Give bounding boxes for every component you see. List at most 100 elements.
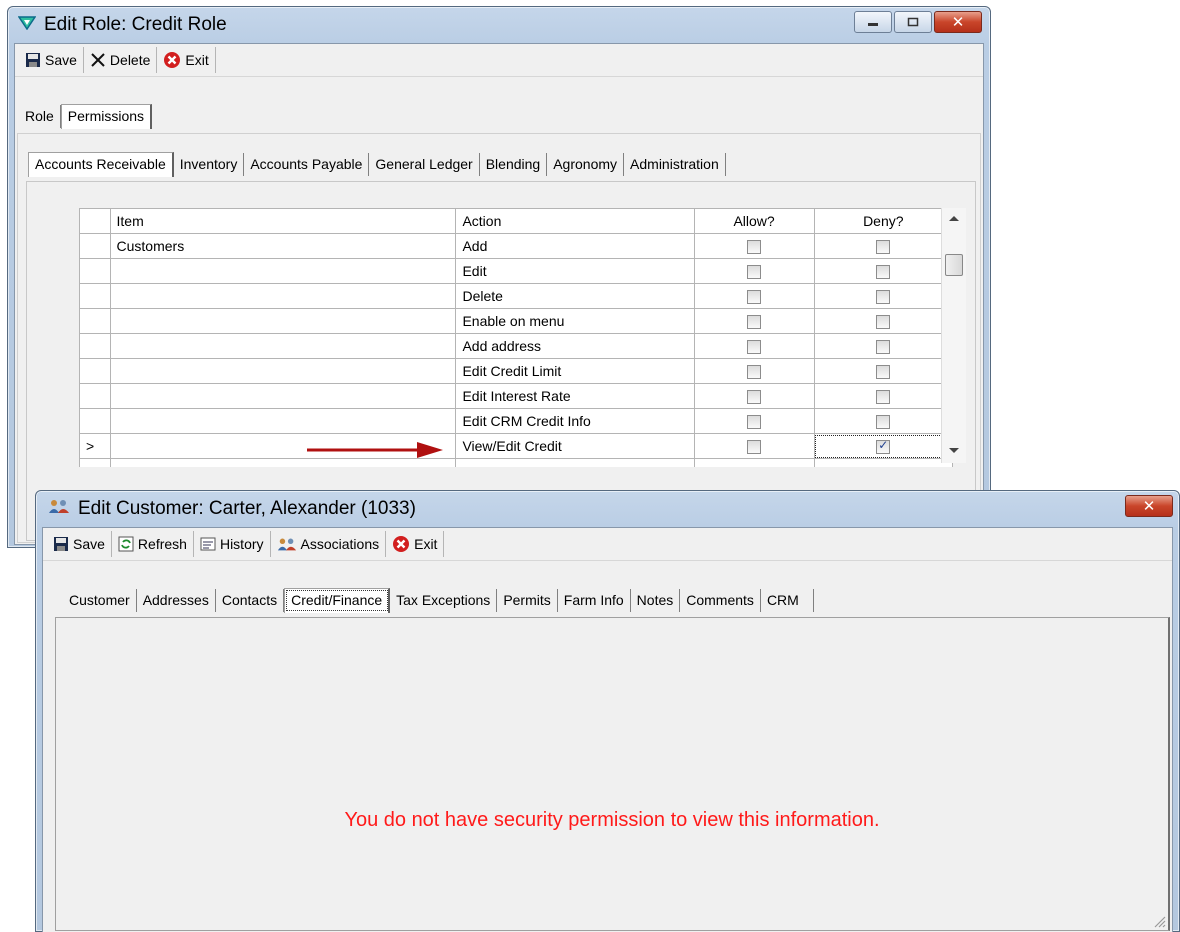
associations-icon <box>277 538 296 551</box>
grid-scrollbar[interactable] <box>941 208 966 463</box>
tab-permits[interactable]: Permits <box>497 589 558 612</box>
exit-button[interactable]: Exit <box>157 47 216 73</box>
allow-checkbox[interactable] <box>747 440 762 455</box>
associations-button[interactable]: Associations <box>271 531 387 557</box>
row-selector[interactable] <box>79 358 111 384</box>
tab-permissions[interactable]: Permissions <box>60 104 153 129</box>
row-selector[interactable] <box>79 283 111 309</box>
exit-button[interactable]: Exit <box>386 531 445 557</box>
row-selector[interactable] <box>79 333 111 359</box>
tab-addresses[interactable]: Addresses <box>137 589 216 612</box>
customer-window-titlebar[interactable]: Edit Customer: Carter, Alexander (1033) <box>48 491 416 527</box>
action-cell[interactable]: Add <box>455 233 695 259</box>
item-cell[interactable] <box>109 358 457 384</box>
tab-blending[interactable]: Blending <box>480 153 548 176</box>
deny-checkbox[interactable] <box>876 265 891 280</box>
refresh-label: Refresh <box>137 536 187 552</box>
allow-checkbox[interactable] <box>747 240 762 255</box>
deny-checkbox[interactable] <box>876 290 891 305</box>
role-window-titlebar[interactable]: Edit Role: Credit Role <box>17 7 227 43</box>
minimize-button[interactable] <box>854 11 892 33</box>
deny-checkbox[interactable] <box>876 240 891 255</box>
deny-checkbox[interactable] <box>876 390 891 405</box>
action-cell[interactable]: Edit CRM Credit Info <box>455 408 695 434</box>
maximize-button[interactable] <box>894 11 932 33</box>
tab-inventory[interactable]: Inventory <box>174 153 245 176</box>
tab-accounts-payable[interactable]: Accounts Payable <box>244 153 370 176</box>
row-selector[interactable]: > <box>79 433 111 459</box>
close-button[interactable]: ✕ <box>934 11 982 33</box>
header-item[interactable]: Item <box>109 208 457 234</box>
history-button[interactable]: History <box>194 531 271 557</box>
item-cell[interactable] <box>109 333 457 359</box>
allow-checkbox[interactable] <box>747 390 762 405</box>
tab-agronomy[interactable]: Agronomy <box>547 153 625 176</box>
table-row[interactable]: Add address <box>79 333 954 359</box>
item-cell[interactable] <box>109 383 457 409</box>
allow-checkbox[interactable] <box>747 415 762 430</box>
table-row[interactable]: Delete <box>79 283 954 309</box>
item-cell[interactable] <box>109 408 457 434</box>
tab-customer[interactable]: Customer <box>63 589 137 612</box>
allow-checkbox[interactable] <box>747 340 762 355</box>
deny-checkbox[interactable] <box>876 438 891 455</box>
header-deny[interactable]: Deny? <box>813 208 954 234</box>
row-selector[interactable] <box>79 308 111 334</box>
row-selector[interactable] <box>79 383 111 409</box>
deny-checkbox[interactable] <box>876 415 891 430</box>
tab-notes[interactable]: Notes <box>631 589 681 612</box>
row-selector[interactable] <box>79 233 111 259</box>
deny-cell <box>813 383 954 409</box>
table-row[interactable]: Edit Interest Rate <box>79 383 954 409</box>
item-cell[interactable] <box>109 283 457 309</box>
tab-crm[interactable]: CRM <box>761 589 814 612</box>
scroll-up-icon[interactable] <box>949 216 959 221</box>
tab-general-ledger[interactable]: General Ledger <box>369 153 480 176</box>
tab-administration[interactable]: Administration <box>624 153 726 176</box>
delete-button[interactable]: Delete <box>84 47 158 73</box>
table-row[interactable]: Edit Credit Limit <box>79 358 954 384</box>
deny-checkbox[interactable] <box>876 340 891 355</box>
save-button[interactable]: Save <box>19 47 84 73</box>
tab-accounts-receivable[interactable]: Accounts Receivable <box>28 152 174 177</box>
deny-checkbox[interactable] <box>876 315 891 330</box>
tab-credit-finance[interactable]: Credit/Finance <box>284 588 391 613</box>
refresh-button[interactable]: Refresh <box>112 531 194 557</box>
tab-farm-info[interactable]: Farm Info <box>558 589 631 612</box>
item-cell[interactable] <box>109 308 457 334</box>
header-allow[interactable]: Allow? <box>693 208 815 234</box>
table-row[interactable]: Enable on menu <box>79 308 954 334</box>
action-cell[interactable]: View/Edit Credit <box>455 433 695 459</box>
action-cell[interactable]: Edit Credit Limit <box>455 358 695 384</box>
item-cell[interactable]: Customers <box>109 233 457 259</box>
tab-role[interactable]: Role <box>19 105 61 128</box>
action-cell[interactable]: Edit <box>455 258 695 284</box>
allow-checkbox[interactable] <box>747 315 762 330</box>
action-cell[interactable]: Delete <box>455 283 695 309</box>
header-action[interactable]: Action <box>455 208 695 234</box>
close-button[interactable]: ✕ <box>1125 495 1173 517</box>
allow-checkbox[interactable] <box>747 265 762 280</box>
row-selector[interactable] <box>79 408 111 434</box>
scroll-thumb[interactable] <box>945 254 963 276</box>
action-cell[interactable]: Edit Interest Rate <box>455 383 695 409</box>
customer-tabs: Customer Addresses Contacts Credit/Finan… <box>63 588 814 613</box>
table-row[interactable]: Customers Add <box>79 233 954 259</box>
action-cell[interactable]: Enable on menu <box>455 308 695 334</box>
table-row[interactable]: Edit CRM Credit Info <box>79 408 954 434</box>
item-cell[interactable] <box>109 258 457 284</box>
row-selector[interactable] <box>79 258 111 284</box>
allow-checkbox[interactable] <box>747 365 762 380</box>
table-row[interactable]: Edit <box>79 258 954 284</box>
deny-checkbox[interactable] <box>876 365 891 380</box>
action-cell[interactable]: Add address <box>455 333 695 359</box>
tab-contacts[interactable]: Contacts <box>216 589 285 612</box>
deny-cell <box>813 333 954 359</box>
tab-comments[interactable]: Comments <box>680 589 761 612</box>
table-row[interactable]: > View/Edit Credit <box>79 433 954 459</box>
save-button[interactable]: Save <box>47 531 112 557</box>
allow-checkbox[interactable] <box>747 290 762 305</box>
tab-tax-exceptions[interactable]: Tax Exceptions <box>390 589 498 612</box>
scroll-down-icon[interactable] <box>949 448 959 453</box>
resize-grip-icon[interactable] <box>1152 914 1166 928</box>
